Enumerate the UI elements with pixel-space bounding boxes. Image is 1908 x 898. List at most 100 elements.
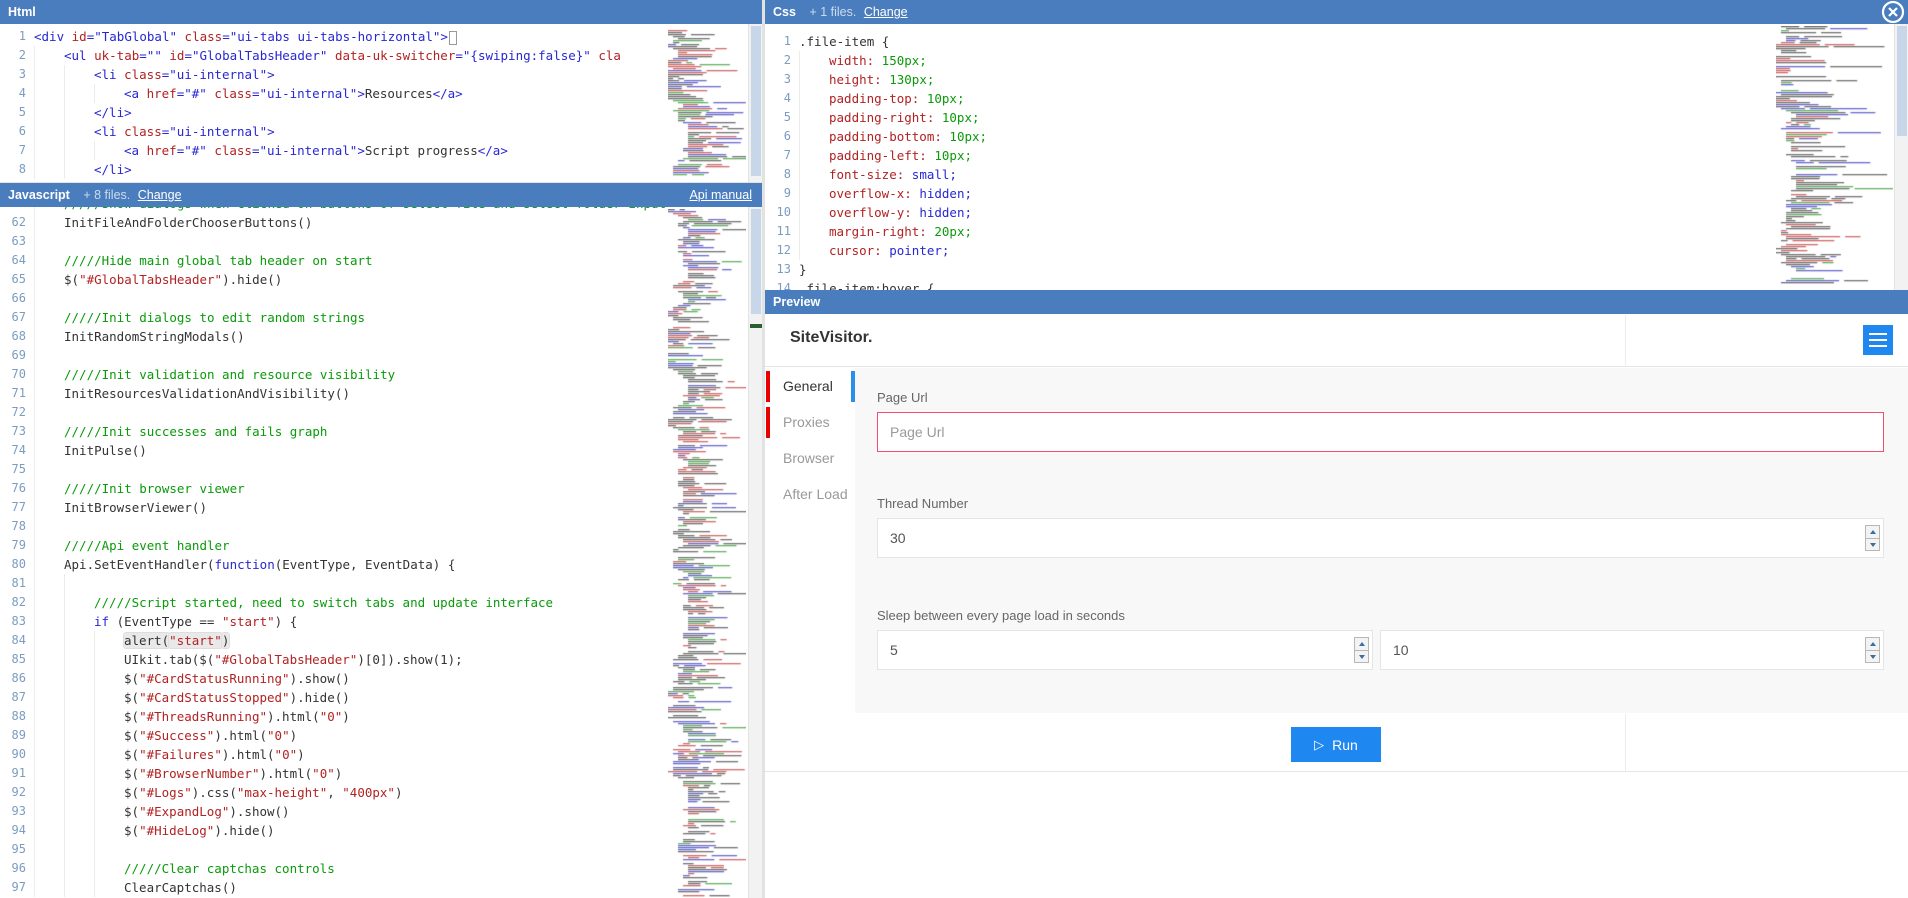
line-number: 96 <box>0 859 26 878</box>
code-line[interactable]: 6padding-bottom: 10px; <box>765 127 1770 146</box>
js-scrollbar-thumb[interactable] <box>751 209 761 314</box>
thread-number-input[interactable] <box>877 518 1884 558</box>
html-code[interactable]: 1<div id="TabGlobal" class="ui-tabs ui-t… <box>0 27 665 179</box>
code-line[interactable]: 93$("#ExpandLog").show() <box>0 802 665 821</box>
code-line[interactable]: 71InitResourcesValidationAndVisibility() <box>0 384 665 403</box>
code-line[interactable]: 73/////Init successes and fails graph <box>0 422 665 441</box>
code-line[interactable]: 82/////Script started, need to switch ta… <box>0 593 665 612</box>
html-code-area[interactable]: 1<div id="TabGlobal" class="ui-tabs ui-t… <box>0 24 762 182</box>
code-line[interactable]: 81 <box>0 574 665 593</box>
sleep-min-stepper[interactable] <box>1354 637 1369 663</box>
code-line[interactable]: 77InitBrowserViewer() <box>0 498 665 517</box>
code-line[interactable]: 89$("#Success").html("0") <box>0 726 665 745</box>
code-line[interactable]: 1<div id="TabGlobal" class="ui-tabs ui-t… <box>0 27 665 46</box>
code-line[interactable]: 11margin-right: 20px; <box>765 222 1770 241</box>
code-line[interactable]: 1.file-item { <box>765 32 1770 51</box>
code-line[interactable]: 5padding-right: 10px; <box>765 108 1770 127</box>
code-line[interactable]: 86$("#CardStatusRunning").show() <box>0 669 665 688</box>
html-minimap[interactable] <box>668 26 746 178</box>
code-line[interactable]: 75 <box>0 460 665 479</box>
code-line[interactable]: 7<a href="#" class="ui-internal">Script … <box>0 141 665 160</box>
run-row: ▷ Run <box>765 713 1908 772</box>
css-code-area[interactable]: 1.file-item {2width: 150px;3height: 130p… <box>765 24 1908 290</box>
html-scrollbar-thumb[interactable] <box>751 26 761 176</box>
code-line[interactable]: 80Api.SetEventHandler(function(EventType… <box>0 555 665 574</box>
code-line[interactable]: 83if (EventType == "start") { <box>0 612 665 631</box>
code-line[interactable]: 6<li class="ui-internal"> <box>0 122 665 141</box>
code-line[interactable]: 8font-size: small; <box>765 165 1770 184</box>
stepper-down-icon[interactable] <box>1865 538 1880 551</box>
css-minimap[interactable] <box>1776 26 1893 284</box>
html-pane-title: Html <box>8 5 36 19</box>
tab-browser[interactable]: Browser <box>765 443 855 474</box>
code-line[interactable]: 13} <box>765 260 1770 279</box>
js-change-link[interactable]: Change <box>138 188 182 202</box>
code-line[interactable]: 63 <box>0 232 665 251</box>
thread-number-stepper[interactable] <box>1865 525 1880 551</box>
js-minimap[interactable] <box>668 209 746 897</box>
preview-content: GeneralProxiesBrowserAfter Load Page Url… <box>765 368 1908 713</box>
js-code[interactable]: 61/////Show dialogs when clicked on butt… <box>0 207 665 897</box>
code-line[interactable]: 90$("#Failures").html("0") <box>0 745 665 764</box>
code-line[interactable]: 5</li> <box>0 103 665 122</box>
page-url-input[interactable] <box>877 412 1884 452</box>
code-line[interactable]: 79/////Api event handler <box>0 536 665 555</box>
code-line[interactable]: 2width: 150px; <box>765 51 1770 70</box>
tab-after-load[interactable]: After Load <box>765 479 855 510</box>
sleep-max-input[interactable] <box>1380 630 1884 670</box>
code-line[interactable]: 64/////Hide main global tab header on st… <box>0 251 665 270</box>
css-change-link[interactable]: Change <box>864 5 908 19</box>
code-line[interactable]: 66 <box>0 289 665 308</box>
code-line[interactable]: 8</li> <box>0 160 665 179</box>
code-line[interactable]: 78 <box>0 517 665 536</box>
code-line[interactable]: 74InitPulse() <box>0 441 665 460</box>
code-line[interactable]: 14.file-item:hover { <box>765 279 1770 290</box>
code-line[interactable]: 9overflow-x: hidden; <box>765 184 1770 203</box>
code-line[interactable]: 67/////Init dialogs to edit random strin… <box>0 308 665 327</box>
stepper-up-icon[interactable] <box>1354 637 1369 650</box>
stepper-down-icon[interactable] <box>1354 650 1369 663</box>
hamburger-icon[interactable] <box>1863 325 1893 355</box>
code-line[interactable]: 70/////Init validation and resource visi… <box>0 365 665 384</box>
css-scrollbar[interactable] <box>1894 24 1908 290</box>
stepper-up-icon[interactable] <box>1865 525 1880 538</box>
circle-x-icon[interactable] <box>1881 0 1905 24</box>
code-line[interactable]: 3height: 130px; <box>765 70 1770 89</box>
code-line[interactable]: 72 <box>0 403 665 422</box>
css-scrollbar-thumb[interactable] <box>1897 26 1907 136</box>
code-line[interactable]: 3<li class="ui-internal"> <box>0 65 665 84</box>
tab-general[interactable]: General <box>765 371 855 402</box>
code-line[interactable]: 10overflow-y: hidden; <box>765 203 1770 222</box>
code-line[interactable]: 95 <box>0 840 665 859</box>
code-line[interactable]: 4<a href="#" class="ui-internal">Resourc… <box>0 84 665 103</box>
code-line[interactable]: 91$("#BrowserNumber").html("0") <box>0 764 665 783</box>
js-scrollbar[interactable] <box>748 207 762 898</box>
code-line[interactable]: 84alert("start") <box>0 631 665 650</box>
css-code[interactable]: 1.file-item {2width: 150px;3height: 130p… <box>765 32 1770 290</box>
tab-proxies[interactable]: Proxies <box>765 407 855 438</box>
sleep-max-stepper[interactable] <box>1865 637 1880 663</box>
stepper-up-icon[interactable] <box>1865 637 1880 650</box>
code-line[interactable]: 76/////Init browser viewer <box>0 479 665 498</box>
code-line[interactable]: 2<ul uk-tab="" id="GlobalTabsHeader" dat… <box>0 46 665 65</box>
code-line[interactable]: 4padding-top: 10px; <box>765 89 1770 108</box>
code-line[interactable]: 7padding-left: 10px; <box>765 146 1770 165</box>
code-line[interactable]: 87$("#CardStatusStopped").hide() <box>0 688 665 707</box>
code-line[interactable]: 88$("#ThreadsRunning").html("0") <box>0 707 665 726</box>
api-manual-link[interactable]: Api manual <box>689 183 752 207</box>
sleep-min-input[interactable] <box>877 630 1373 670</box>
stepper-down-icon[interactable] <box>1865 650 1880 663</box>
code-line[interactable]: 68InitRandomStringModals() <box>0 327 665 346</box>
code-line[interactable]: 12cursor: pointer; <box>765 241 1770 260</box>
code-line[interactable]: 94$("#HideLog").hide() <box>0 821 665 840</box>
code-line[interactable]: 96/////Clear captchas controls <box>0 859 665 878</box>
html-scrollbar[interactable] <box>748 24 762 182</box>
code-line[interactable]: 69 <box>0 346 665 365</box>
js-code-area[interactable]: 61/////Show dialogs when clicked on butt… <box>0 207 762 898</box>
code-line[interactable]: 65$("#GlobalTabsHeader").hide() <box>0 270 665 289</box>
code-line[interactable]: 85UIkit.tab($("#GlobalTabsHeader")[0]).s… <box>0 650 665 669</box>
code-line[interactable]: 97ClearCaptchas() <box>0 878 665 897</box>
code-line[interactable]: 62InitFileAndFolderChooserButtons() <box>0 213 665 232</box>
run-button[interactable]: ▷ Run <box>1291 727 1381 762</box>
code-line[interactable]: 92$("#Logs").css("max-height", "400px") <box>0 783 665 802</box>
